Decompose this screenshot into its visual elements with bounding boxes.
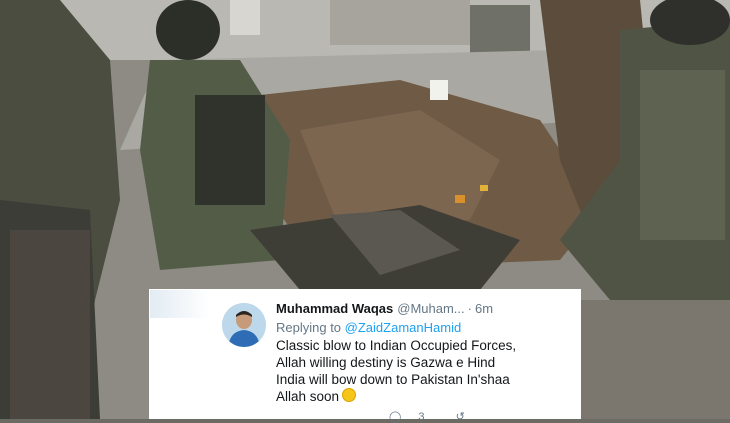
separator: · — [467, 301, 472, 316]
blurred-area — [150, 290, 210, 318]
tweet-text: Classic blow to Indian Occupied Forces, … — [276, 337, 576, 405]
tweet-time[interactable]: 6m — [475, 301, 493, 316]
smiling-face-icon — [342, 388, 357, 402]
reply-button[interactable]: ◯ 3 — [389, 410, 439, 423]
tweet-line: India will bow down to Pakistan In'shaa — [276, 372, 510, 387]
tweet-actions: ◯ 3 ↺ — [389, 410, 493, 423]
avatar[interactable] — [222, 303, 266, 347]
tweet-card[interactable]: Muhammad Waqas @Muham... · 6m Replying to @… — [149, 289, 581, 423]
reply-count: 3 — [418, 411, 425, 423]
reply-prefix: Replying to — [276, 320, 342, 335]
retweet-button[interactable]: ↺ — [456, 410, 479, 423]
reply-context: Replying to @ZaidZamanHamid — [276, 320, 461, 335]
tweet-line: Classic blow to Indian Occupied Forces, — [276, 338, 517, 353]
comment-icon: ◯ — [389, 411, 402, 423]
display-name[interactable]: Muhammad Waqas — [276, 301, 393, 316]
tweet-line: Allah soon — [276, 389, 340, 404]
tweet-author-line: Muhammad Waqas @Muham... · 6m — [276, 301, 493, 316]
profile-photo-icon — [222, 303, 266, 347]
reply-handle-link[interactable]: @ZaidZamanHamid — [345, 320, 462, 335]
tweet-line: Allah willing destiny is Gazwa e Hind — [276, 355, 496, 370]
user-handle[interactable]: @Muham... — [397, 301, 464, 316]
tweet-line-last: Allah soon — [276, 388, 576, 405]
retweet-icon: ↺ — [455, 411, 465, 423]
